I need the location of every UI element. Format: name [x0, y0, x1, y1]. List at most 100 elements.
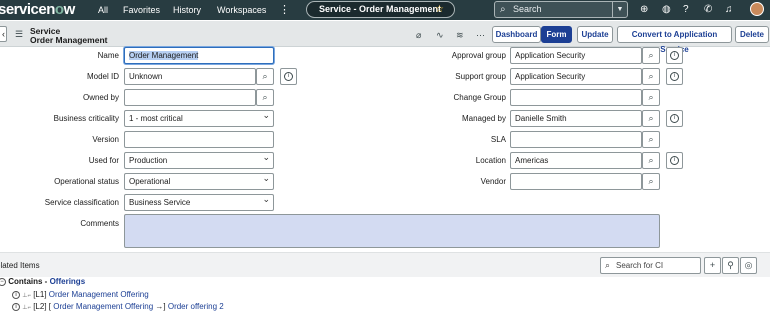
order-management-offering-link[interactable]: Order Management Offering — [49, 290, 149, 299]
settings-sliders-icon[interactable]: ≋ — [456, 30, 464, 41]
collapse-icon[interactable]: − — [0, 277, 6, 286]
nav-favorites[interactable]: Favorites — [123, 5, 160, 15]
managed-by-lookup-icon[interactable]: ⌕ — [642, 110, 660, 127]
used-for-select[interactable]: Production — [124, 152, 274, 169]
phone-icon[interactable]: ✆ — [704, 4, 712, 15]
change-group-field[interactable] — [510, 89, 642, 106]
ci-search-input[interactable]: ⌕ Search for CI — [600, 257, 701, 274]
name-field[interactable]: Order Management — [124, 47, 274, 64]
support-group-lookup-icon[interactable]: ⌕ — [642, 68, 660, 85]
contains-label: Contains - — [8, 277, 50, 286]
help-icon[interactable]: ? — [683, 4, 689, 15]
version-field[interactable] — [124, 131, 274, 148]
comments-textarea[interactable] — [124, 214, 660, 248]
search-icon: ⌕ — [500, 4, 506, 15]
hierarchy-icon[interactable]: ⚲ — [722, 257, 739, 274]
sla-field[interactable] — [510, 131, 642, 148]
context-pill[interactable]: Service - Order Management ☆ — [306, 1, 455, 18]
nav-history[interactable]: History — [173, 5, 201, 15]
managed-by-info-icon[interactable]: i — [666, 110, 683, 127]
tree-level: [L1] — [33, 290, 47, 299]
form-button[interactable]: Form — [541, 26, 572, 43]
version-label: Version — [92, 135, 119, 144]
tree-row: i ⊥⌐ [L1] Order Management Offering — [12, 290, 149, 299]
chat-icon[interactable]: ◍ — [662, 4, 671, 15]
approval-group-label: Approval group — [451, 51, 506, 60]
support-group-label: Support group — [455, 72, 506, 81]
relation-icon: ⊥⌐ — [22, 305, 31, 311]
avatar[interactable] — [750, 2, 764, 16]
owned-by-lookup-icon[interactable]: ⌕ — [256, 89, 274, 106]
approval-group-lookup-icon[interactable]: ⌕ — [642, 47, 660, 64]
nav-all[interactable]: All — [98, 5, 108, 15]
star-icon[interactable]: ☆ — [435, 2, 444, 17]
attachment-icon[interactable]: ⌀ — [416, 30, 421, 41]
back-button[interactable]: ‹ — [0, 26, 7, 42]
vendor-label: Vendor — [480, 177, 506, 186]
more-menu-icon[interactable]: ⋮ — [279, 3, 290, 16]
context-title: Service - Order Management — [319, 4, 442, 14]
globe-icon[interactable]: ⊕ — [640, 4, 648, 15]
activity-icon[interactable]: ∿ — [436, 30, 444, 41]
business-criticality-label: Business criticality — [53, 114, 119, 123]
dashboard-button[interactable]: Dashboard — [492, 26, 541, 43]
update-button[interactable]: Update — [577, 26, 613, 43]
vendor-field[interactable] — [510, 173, 642, 190]
location-info-icon[interactable]: i — [666, 152, 683, 169]
support-group-field[interactable]: Application Security — [510, 68, 642, 85]
bell-icon[interactable]: ♫ — [725, 4, 733, 15]
location-label: Location — [475, 156, 506, 165]
related-items-bar: elated Items ⌕ Search for CI + ⚲ ◎ — [0, 252, 770, 277]
location-field[interactable]: Americas — [510, 152, 642, 169]
top-nav-bar: servicenow All Favorites History Workspa… — [0, 0, 770, 20]
managed-by-field[interactable]: Danielle Smith — [510, 110, 642, 127]
contains-group: − Contains - Offerings — [0, 277, 85, 286]
order-offering-2-link[interactable]: Order offering 2 — [168, 302, 224, 311]
operational-status-select[interactable]: Operational — [124, 173, 274, 190]
settings-icon[interactable]: ◎ — [740, 257, 757, 274]
global-search[interactable]: ⌕ Search ▼ — [494, 1, 628, 18]
approval-group-info-icon[interactable]: i — [666, 47, 683, 64]
name-label: Name — [97, 51, 119, 60]
related-items-title: elated Items — [0, 261, 40, 270]
form-title: Service Order Management — [30, 27, 107, 45]
nav-workspaces[interactable]: Workspaces — [217, 5, 266, 15]
hamburger-icon[interactable]: ☰ — [15, 29, 23, 40]
more-icon[interactable]: ⋯ — [476, 30, 485, 41]
info-icon[interactable]: i — [12, 290, 20, 299]
vendor-lookup-icon[interactable]: ⌕ — [642, 173, 660, 190]
change-group-label: Change Group — [453, 93, 506, 102]
owned-by-label: Owned by — [82, 93, 119, 102]
search-icon: ⌕ — [605, 260, 611, 270]
tree-row: i ⊥⌐ [L2] [ Order Management Offering →]… — [12, 302, 224, 311]
tree-level: [L2] [ — [33, 302, 51, 311]
owned-by-field[interactable] — [124, 89, 256, 106]
approval-group-field[interactable]: Application Security — [510, 47, 642, 64]
location-lookup-icon[interactable]: ⌕ — [642, 152, 660, 169]
model-id-label: Model ID — [86, 72, 119, 81]
delete-button[interactable]: Delete — [735, 26, 769, 43]
change-group-lookup-icon[interactable]: ⌕ — [642, 89, 660, 106]
convert-button[interactable]: Convert to Application Service — [617, 26, 732, 54]
model-id-info-icon[interactable]: i — [280, 68, 297, 85]
support-group-info-icon[interactable]: i — [666, 68, 683, 85]
servicenow-logo[interactable]: servicenow — [0, 1, 75, 18]
order-management-offering-link[interactable]: Order Management Offering — [53, 302, 153, 311]
used-for-label: Used for — [88, 156, 119, 165]
comments-label: Comments — [80, 219, 119, 228]
sla-lookup-icon[interactable]: ⌕ — [642, 131, 660, 148]
info-icon[interactable]: i — [12, 302, 20, 311]
search-dropdown-icon[interactable]: ▼ — [612, 2, 627, 17]
sla-label: SLA — [490, 135, 506, 144]
search-placeholder: Search — [513, 4, 542, 14]
business-criticality-select[interactable]: 1 - most critical — [124, 110, 274, 127]
model-id-field[interactable]: Unknown — [124, 68, 256, 85]
ci-search-placeholder: Search for CI — [616, 261, 664, 270]
service-classification-select[interactable]: Business Service — [124, 194, 274, 211]
offerings-link[interactable]: Offerings — [50, 277, 86, 286]
relation-icon: ⊥⌐ — [22, 293, 31, 299]
model-id-lookup-icon[interactable]: ⌕ — [256, 68, 274, 85]
add-relationship-icon[interactable]: + — [704, 257, 721, 274]
operational-status-label: Operational status — [54, 177, 119, 186]
form-title-record: Order Management — [30, 35, 108, 45]
